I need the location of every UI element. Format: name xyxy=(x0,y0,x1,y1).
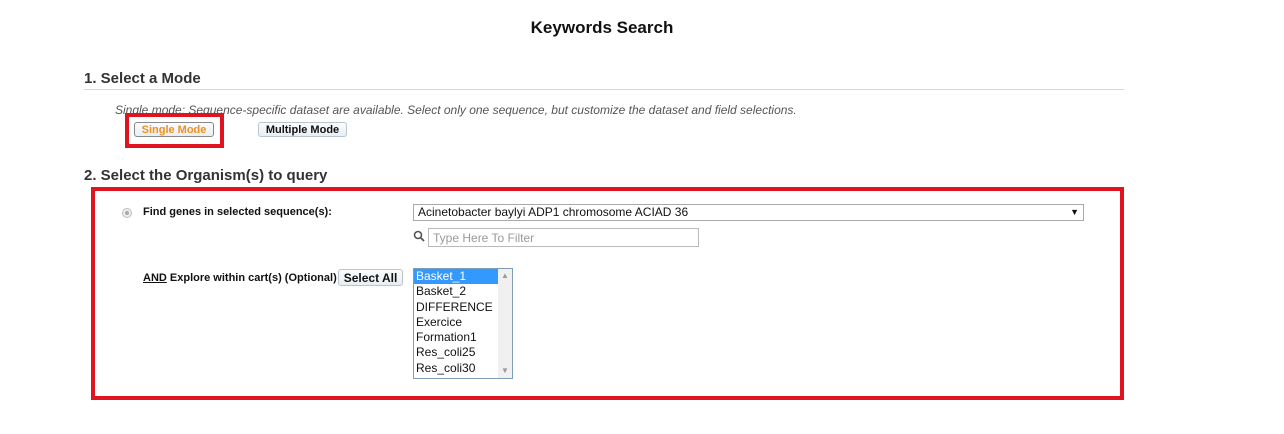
and-keyword: AND xyxy=(143,272,167,284)
sequence-select[interactable]: Acinetobacter baylyi ADP1 chromosome ACI… xyxy=(413,204,1084,221)
page-title: Keywords Search xyxy=(530,18,674,37)
multiple-mode-button[interactable]: Multiple Mode xyxy=(258,122,347,137)
select-organism-heading: 2. Select the Organism(s) to query xyxy=(84,167,328,184)
filter-input[interactable] xyxy=(428,228,699,247)
section-divider xyxy=(84,89,1124,90)
explore-cart-label: AND Explore within cart(s) (Optional) : xyxy=(143,272,343,284)
sequence-select-value: Acinetobacter baylyi ADP1 chromosome ACI… xyxy=(418,205,689,219)
scroll-down-icon[interactable]: ▼ xyxy=(498,364,512,378)
select-all-button[interactable]: Select All xyxy=(338,269,403,286)
find-genes-label: Find genes in selected sequence(s): xyxy=(143,206,332,218)
find-genes-radio[interactable] xyxy=(122,208,132,218)
dropdown-arrow-icon: ▼ xyxy=(1070,207,1079,217)
cart-listbox[interactable]: Basket_1 Basket_2 DIFFERENCE Exercice Fo… xyxy=(413,268,513,379)
single-mode-highlight-box xyxy=(125,113,224,148)
search-icon xyxy=(413,230,425,242)
explore-cart-text: Explore within cart(s) (Optional) : xyxy=(166,272,344,284)
select-mode-heading: 1. Select a Mode xyxy=(84,70,201,87)
cart-option[interactable]: Basket_1 xyxy=(414,269,498,285)
scroll-up-icon[interactable]: ▲ xyxy=(498,269,512,283)
listbox-scrollbar[interactable]: ▲ ▼ xyxy=(498,269,512,378)
